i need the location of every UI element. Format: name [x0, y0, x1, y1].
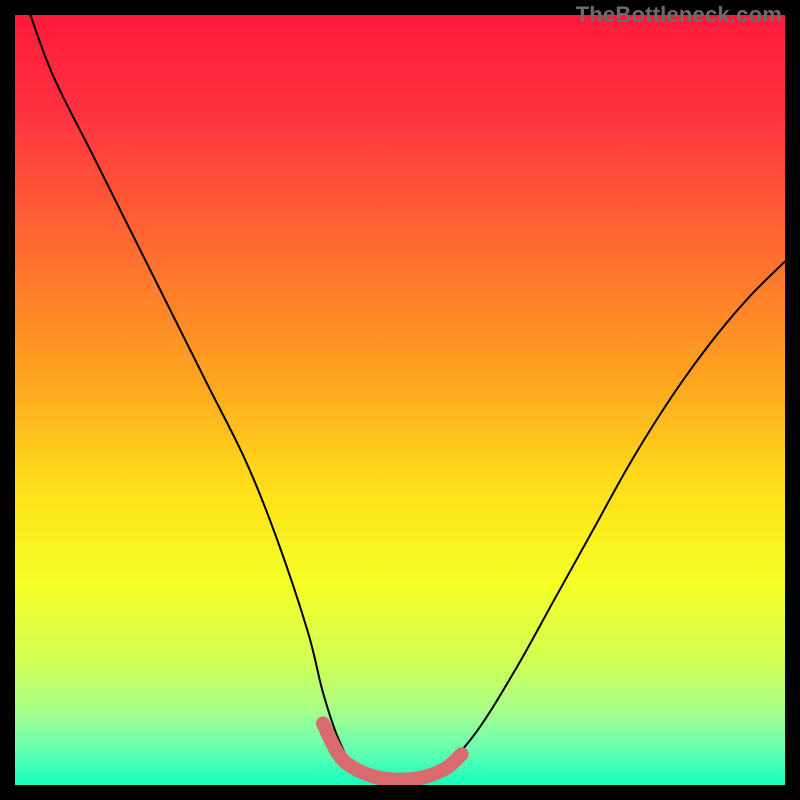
plot-area [15, 15, 785, 785]
chart-frame: TheBottleneck.com [0, 0, 800, 800]
chart-curves [15, 15, 785, 785]
optimal-range-highlight [323, 723, 462, 779]
watermark-text: TheBottleneck.com [576, 2, 782, 28]
bottleneck-curve [30, 15, 785, 780]
